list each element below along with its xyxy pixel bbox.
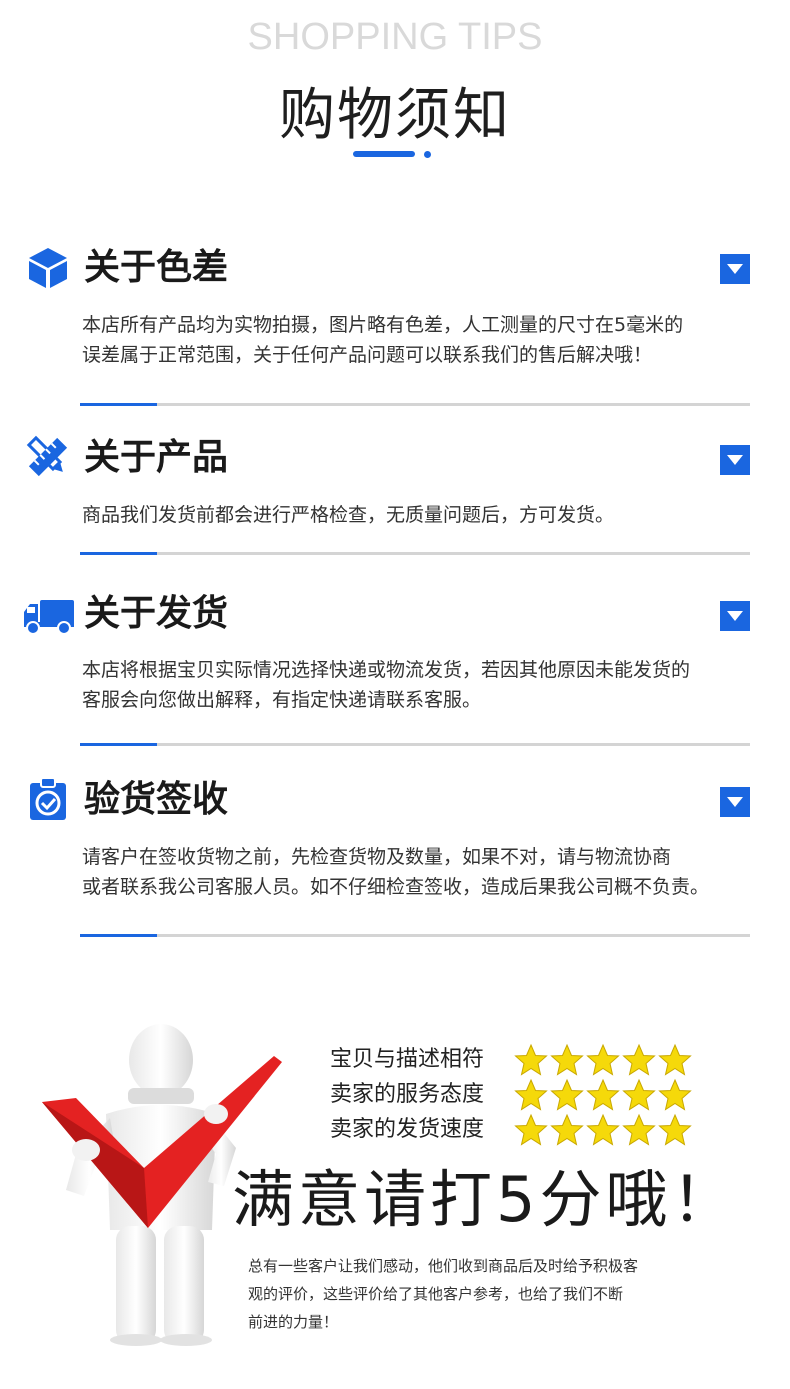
star-icon	[514, 1113, 548, 1146]
star-icon	[658, 1043, 692, 1076]
cube-icon	[29, 248, 67, 288]
collapse-toggle-button[interactable]	[720, 254, 750, 284]
truck-icon	[24, 600, 74, 635]
section-body: 本店所有产品均为实物拍摄，图片略有色差，人工测量的尺寸在5毫米的 误差属于正常范…	[82, 314, 684, 366]
pencil-ruler-icon	[26, 435, 68, 477]
footnote-text: 总有一些客户让我们感动，他们收到商品后及时给予积极客 观的评价，这些评价给了其他…	[248, 1257, 639, 1331]
section-divider	[80, 934, 750, 937]
rating-stars	[514, 1078, 692, 1112]
star-icon	[550, 1043, 584, 1076]
header-underline	[353, 151, 415, 157]
header-title-en: SHOPPING TIPS	[247, 16, 543, 58]
rating-stars	[514, 1113, 692, 1147]
star-icon	[586, 1113, 620, 1146]
section-title: 验货签收	[84, 779, 229, 820]
section-body: 商品我们发货前都会进行严格检查，无质量问题后，方可发货。	[82, 504, 615, 526]
header-title: 购物须知	[279, 83, 511, 148]
star-icon	[586, 1043, 620, 1076]
star-icon	[658, 1078, 692, 1111]
star-icon	[550, 1113, 584, 1146]
clipboard-check-icon	[30, 777, 66, 820]
section-divider	[80, 552, 750, 555]
header-dot	[424, 151, 431, 158]
collapse-toggle-button[interactable]	[720, 601, 750, 631]
star-icon	[622, 1078, 656, 1111]
rating-label: 卖家的发货速度	[330, 1117, 485, 1142]
section-title: 关于产品	[84, 437, 229, 478]
star-icon	[622, 1113, 656, 1146]
rating-label: 卖家的服务态度	[330, 1082, 485, 1107]
section-divider	[80, 743, 750, 746]
star-icon	[514, 1043, 548, 1076]
star-icon	[514, 1078, 548, 1111]
star-icon	[622, 1043, 656, 1076]
section-divider	[80, 403, 750, 406]
section-body: 本店将根据宝贝实际情况选择快递或物流发货，若因其他原因未能发货的 客服会向您做出…	[82, 659, 691, 711]
rating-stars	[514, 1043, 692, 1077]
star-icon	[550, 1078, 584, 1111]
rating-call-to-action: 满意请打5分哦！	[232, 1163, 738, 1236]
collapse-toggle-button[interactable]	[720, 787, 750, 817]
section-body: 请客户在签收货物之前，先检查货物及数量，如果不对，请与物流协商 或者联系我公司客…	[82, 846, 710, 898]
section-title: 关于发货	[84, 593, 229, 634]
collapse-toggle-button[interactable]	[720, 445, 750, 475]
star-icon	[658, 1113, 692, 1146]
rating-label: 宝贝与描述相符	[330, 1047, 485, 1072]
section-title: 关于色差	[84, 247, 229, 288]
star-icon	[586, 1078, 620, 1111]
